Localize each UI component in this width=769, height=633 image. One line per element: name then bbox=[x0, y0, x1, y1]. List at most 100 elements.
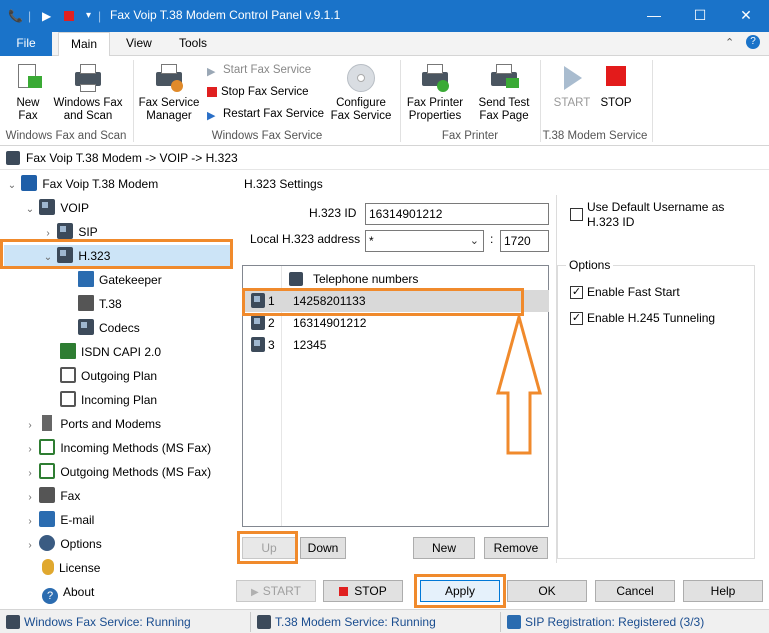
collapse-ribbon-icon[interactable]: ⌃ bbox=[725, 36, 734, 49]
ok-button[interactable]: OK bbox=[507, 580, 587, 602]
chevron-down-icon[interactable]: ▾ bbox=[86, 8, 91, 24]
chevron-down-icon[interactable]: ⌄ bbox=[24, 199, 36, 221]
up-button[interactable]: Up bbox=[242, 537, 296, 559]
tab-file[interactable]: File bbox=[0, 32, 52, 56]
tree-item-about[interactable]: ? About bbox=[42, 581, 94, 604]
stop-button[interactable]: STOP bbox=[323, 580, 403, 602]
help-button[interactable]: Help bbox=[683, 580, 763, 602]
restart-icon: ▶ bbox=[207, 110, 216, 122]
key-icon bbox=[42, 559, 54, 575]
windows-fax-scan-button[interactable]: Windows Fax and Scan bbox=[50, 62, 126, 123]
tree-item-gatekeeper[interactable]: Gatekeeper bbox=[78, 269, 162, 291]
local-address-select[interactable]: * ⌄ bbox=[365, 230, 484, 252]
chevron-right-icon[interactable]: › bbox=[24, 511, 36, 533]
play-icon[interactable]: ▶ bbox=[42, 8, 51, 24]
chevron-right-icon[interactable]: › bbox=[24, 463, 36, 485]
tree-item-sip[interactable]: › SIP bbox=[42, 221, 98, 243]
chevron-right-icon[interactable]: › bbox=[24, 535, 36, 557]
group-label: T.38 Modem Service bbox=[542, 130, 648, 142]
window-title: Fax Voip T.38 Modem Control Panel v.9.1.… bbox=[110, 8, 341, 22]
tree-item-outgoing-methods[interactable]: › Outgoing Methods (MS Fax) bbox=[24, 461, 211, 483]
routing-icon bbox=[60, 391, 76, 407]
tab-tools[interactable]: Tools bbox=[167, 32, 219, 56]
enable-fast-start-checkbox[interactable]: ✓ bbox=[570, 286, 583, 299]
restart-fax-service-button[interactable]: ▶ Restart Fax Service bbox=[207, 105, 324, 123]
chevron-right-icon[interactable]: › bbox=[24, 439, 36, 461]
fax-service-manager-icon bbox=[153, 62, 185, 94]
tree-item-fax[interactable]: › Fax bbox=[24, 485, 80, 507]
settings-panel: H.323 Settings H.323 ID 16314901212 Loca… bbox=[234, 171, 769, 609]
new-fax-button[interactable]: New Fax bbox=[8, 62, 48, 123]
tree-item-codecs[interactable]: Codecs bbox=[78, 317, 140, 339]
tab-view[interactable]: View bbox=[114, 32, 164, 56]
apply-button[interactable]: Apply bbox=[420, 580, 500, 602]
tree-item-t38[interactable]: T.38 bbox=[78, 293, 122, 315]
start-button[interactable]: ▶ START bbox=[236, 580, 316, 602]
h323-id-input[interactable]: 16314901212 bbox=[365, 203, 549, 225]
remove-button[interactable]: Remove bbox=[484, 537, 548, 559]
phone-icon bbox=[251, 337, 265, 352]
enable-h245-label: Enable H.245 Tunneling bbox=[587, 311, 716, 325]
down-button[interactable]: Down bbox=[300, 537, 346, 559]
windows-fax-status: Windows Fax Service: Running bbox=[24, 615, 191, 629]
disc-icon bbox=[345, 62, 377, 94]
new-button[interactable]: New bbox=[413, 537, 475, 559]
cancel-button[interactable]: Cancel bbox=[595, 580, 675, 602]
play-icon: ▶ bbox=[207, 66, 216, 78]
tree-item-ports-modems[interactable]: › Ports and Modems bbox=[24, 413, 161, 435]
minimize-button[interactable]: — bbox=[634, 4, 674, 26]
maximize-button[interactable]: ☐ bbox=[680, 4, 720, 26]
tree-item-root[interactable]: ⌄ Fax Voip T.38 Modem bbox=[6, 173, 158, 195]
ribbon-start-button[interactable]: START bbox=[550, 62, 594, 110]
list-header[interactable]: Telephone numbers bbox=[289, 270, 418, 288]
help-icon[interactable]: ? bbox=[746, 35, 760, 49]
options-title: Options bbox=[566, 258, 614, 272]
up-arrow-annotation bbox=[496, 313, 542, 455]
ribbon-stop-button[interactable]: STOP bbox=[594, 62, 638, 110]
tree-item-voip[interactable]: ⌄ VOIP bbox=[24, 197, 89, 219]
group-label: Windows Fax and Scan bbox=[5, 130, 127, 142]
chevron-down-icon[interactable]: ⌄ bbox=[6, 175, 18, 197]
use-default-username-label: Use Default Username as H.323 ID bbox=[587, 200, 725, 229]
fax-printer-icon bbox=[419, 62, 451, 94]
tab-main[interactable]: Main bbox=[58, 32, 111, 57]
ribbon-tabs: File Main View Tools ⌃ ? bbox=[0, 32, 769, 57]
port-input[interactable]: 1720 bbox=[500, 230, 549, 252]
email-icon bbox=[39, 511, 56, 527]
chevron-down-icon[interactable]: ⌄ bbox=[470, 231, 479, 251]
fax-printer-properties-button[interactable]: Fax Printer Properties bbox=[404, 62, 466, 123]
navigation-tree: ⌄ Fax Voip T.38 Modem ⌄ VOIP › SIP ⌄ H.3… bbox=[0, 171, 233, 609]
tree-item-h323[interactable]: ⌄ H.323 bbox=[4, 245, 230, 267]
play-icon bbox=[556, 62, 588, 94]
divider: | bbox=[98, 9, 102, 23]
tree-item-license[interactable]: License bbox=[42, 557, 100, 579]
tree-item-options[interactable]: › Options bbox=[24, 533, 102, 555]
stop-icon bbox=[600, 62, 632, 94]
chevron-right-icon[interactable]: › bbox=[42, 223, 54, 245]
chevron-right-icon[interactable]: › bbox=[24, 487, 36, 509]
tree-item-email[interactable]: › E-mail bbox=[24, 509, 94, 531]
list-item[interactable]: 1 14258201133 bbox=[245, 290, 549, 312]
start-fax-service-button[interactable]: ▶ Start Fax Service bbox=[207, 61, 311, 79]
send-test-fax-page-button[interactable]: Send Test Fax Page bbox=[472, 62, 536, 123]
chevron-down-icon[interactable]: ⌄ bbox=[42, 247, 54, 269]
use-default-username-checkbox[interactable] bbox=[570, 208, 583, 221]
port-icon bbox=[42, 415, 53, 431]
enable-h245-checkbox[interactable]: ✓ bbox=[570, 312, 583, 325]
ribbon: New Fax Windows Fax and Scan Windows Fax… bbox=[0, 56, 769, 146]
stop-icon[interactable] bbox=[64, 11, 74, 21]
chevron-right-icon[interactable]: › bbox=[24, 415, 36, 437]
group-label: Fax Printer bbox=[441, 130, 499, 142]
close-button[interactable]: ✕ bbox=[726, 4, 766, 26]
tree-item-incoming-plan[interactable]: Incoming Plan bbox=[60, 389, 157, 411]
routing-icon bbox=[39, 439, 56, 455]
stop-fax-service-button[interactable]: Stop Fax Service bbox=[207, 83, 309, 101]
configure-fax-service-button[interactable]: Configure Fax Service bbox=[330, 62, 392, 123]
fax-icon bbox=[6, 615, 20, 629]
tree-item-incoming-methods[interactable]: › Incoming Methods (MS Fax) bbox=[24, 437, 211, 459]
tree-item-isdn[interactable]: ISDN CAPI 2.0 bbox=[60, 341, 161, 363]
fax-modem-icon bbox=[6, 151, 20, 165]
status-bar: Windows Fax Service: Running T.38 Modem … bbox=[0, 609, 769, 633]
tree-item-outgoing-plan[interactable]: Outgoing Plan bbox=[60, 365, 157, 387]
fax-service-manager-button[interactable]: Fax Service Manager bbox=[138, 62, 200, 123]
